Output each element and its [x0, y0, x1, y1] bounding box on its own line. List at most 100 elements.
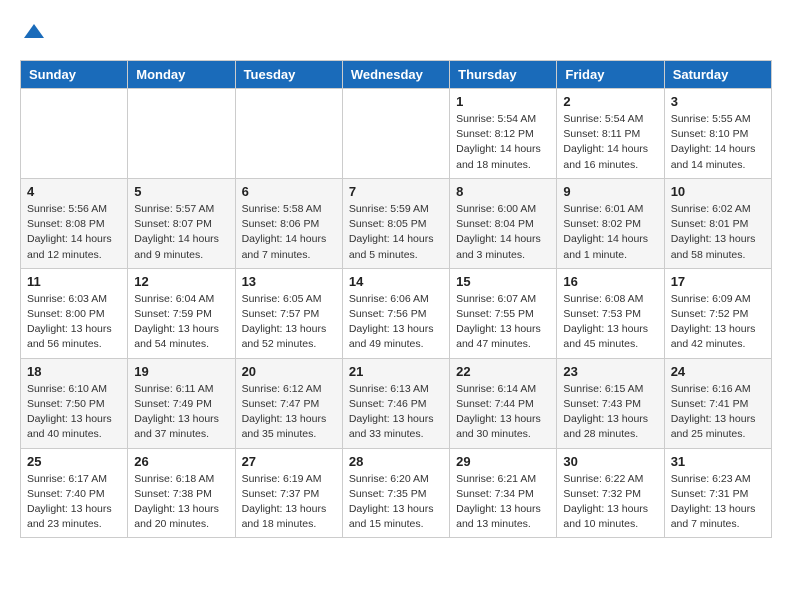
- day-info: Sunrise: 6:20 AM Sunset: 7:35 PM Dayligh…: [349, 472, 443, 533]
- day-number: 18: [27, 364, 121, 379]
- day-info: Sunrise: 6:21 AM Sunset: 7:34 PM Dayligh…: [456, 472, 550, 533]
- day-number: 6: [242, 184, 336, 199]
- calendar-cell: 15Sunrise: 6:07 AM Sunset: 7:55 PM Dayli…: [450, 268, 557, 358]
- day-number: 20: [242, 364, 336, 379]
- day-info: Sunrise: 6:18 AM Sunset: 7:38 PM Dayligh…: [134, 472, 228, 533]
- calendar-weekday-tuesday: Tuesday: [235, 61, 342, 89]
- day-info: Sunrise: 5:56 AM Sunset: 8:08 PM Dayligh…: [27, 202, 121, 263]
- day-info: Sunrise: 6:06 AM Sunset: 7:56 PM Dayligh…: [349, 292, 443, 353]
- calendar-cell: 12Sunrise: 6:04 AM Sunset: 7:59 PM Dayli…: [128, 268, 235, 358]
- day-number: 25: [27, 454, 121, 469]
- calendar-cell: [235, 89, 342, 179]
- calendar-cell: 5Sunrise: 5:57 AM Sunset: 8:07 PM Daylig…: [128, 178, 235, 268]
- day-info: Sunrise: 6:22 AM Sunset: 7:32 PM Dayligh…: [563, 472, 657, 533]
- day-number: 5: [134, 184, 228, 199]
- calendar-week-row: 18 Sunrise: 6:10 AM Sunset: 7:50 PM Dayli…: [21, 358, 772, 448]
- calendar-cell: 16Sunrise: 6:08 AM Sunset: 7:53 PM Dayli…: [557, 268, 664, 358]
- day-info: Sunrise: 6:16 AM Sunset: 7:41 PM Dayligh…: [671, 382, 765, 443]
- calendar-week-row: 11 Sunrise: 6:03 AM Sunset: 8:00 PM Dayli…: [21, 268, 772, 358]
- day-number: 29: [456, 454, 550, 469]
- calendar-week-row: 4Sunrise: 5:56 AM Sunset: 8:08 PM Daylig…: [21, 178, 772, 268]
- day-number: 3: [671, 94, 765, 109]
- day-info: Sunrise: 6:14 AM Sunset: 7:44 PM Dayligh…: [456, 382, 550, 443]
- calendar-weekday-friday: Friday: [557, 61, 664, 89]
- day-info: Sunrise: 6:02 AM Sunset: 8:01 PM Dayligh…: [671, 202, 765, 263]
- day-info: Sunrise: 6:10 AM Sunset: 7:50 PM Dayligh…: [27, 382, 121, 443]
- calendar-cell: [21, 89, 128, 179]
- calendar-cell: [128, 89, 235, 179]
- calendar-cell: 28 Sunrise: 6:20 AM Sunset: 7:35 PM Dayli…: [342, 448, 449, 538]
- day-info: Sunrise: 6:15 AM Sunset: 7:43 PM Dayligh…: [563, 382, 657, 443]
- day-number: 31: [671, 454, 765, 469]
- calendar-cell: 21 Sunrise: 6:13 AM Sunset: 7:46 PM Dayli…: [342, 358, 449, 448]
- calendar-cell: 8Sunrise: 6:00 AM Sunset: 8:04 PM Daylig…: [450, 178, 557, 268]
- calendar-cell: 22 Sunrise: 6:14 AM Sunset: 7:44 PM Dayli…: [450, 358, 557, 448]
- day-info: Sunrise: 6:08 AM Sunset: 7:53 PM Dayligh…: [563, 292, 657, 353]
- calendar-weekday-saturday: Saturday: [664, 61, 771, 89]
- day-number: 15: [456, 274, 550, 289]
- day-info: Sunrise: 6:17 AM Sunset: 7:40 PM Dayligh…: [27, 472, 121, 533]
- day-number: 13: [242, 274, 336, 289]
- calendar-cell: 17 Sunrise: 6:09 AM Sunset: 7:52 PM Dayli…: [664, 268, 771, 358]
- calendar-cell: 19 Sunrise: 6:11 AM Sunset: 7:49 PM Dayli…: [128, 358, 235, 448]
- calendar-cell: 26 Sunrise: 6:18 AM Sunset: 7:38 PM Dayli…: [128, 448, 235, 538]
- day-info: Sunrise: 6:12 AM Sunset: 7:47 PM Dayligh…: [242, 382, 336, 443]
- calendar-cell: 7Sunrise: 5:59 AM Sunset: 8:05 PM Daylig…: [342, 178, 449, 268]
- calendar-cell: 1 Sunrise: 5:54 AM Sunset: 8:12 PM Daylig…: [450, 89, 557, 179]
- day-number: 23: [563, 364, 657, 379]
- day-number: 14: [349, 274, 443, 289]
- day-info: Sunrise: 6:13 AM Sunset: 7:46 PM Dayligh…: [349, 382, 443, 443]
- day-number: 9: [563, 184, 657, 199]
- day-number: 10: [671, 184, 765, 199]
- day-info: Sunrise: 6:03 AM Sunset: 8:00 PM Dayligh…: [27, 292, 121, 353]
- day-number: 1: [456, 94, 550, 109]
- day-info: Sunrise: 6:19 AM Sunset: 7:37 PM Dayligh…: [242, 472, 336, 533]
- day-info: Sunrise: 6:05 AM Sunset: 7:57 PM Dayligh…: [242, 292, 336, 353]
- calendar-cell: 27Sunrise: 6:19 AM Sunset: 7:37 PM Dayli…: [235, 448, 342, 538]
- day-number: 22: [456, 364, 550, 379]
- calendar-table: SundayMondayTuesdayWednesdayThursdayFrid…: [20, 60, 772, 538]
- logo: [20, 20, 46, 44]
- calendar-cell: 10 Sunrise: 6:02 AM Sunset: 8:01 PM Dayli…: [664, 178, 771, 268]
- calendar-cell: 23 Sunrise: 6:15 AM Sunset: 7:43 PM Dayli…: [557, 358, 664, 448]
- day-info: Sunrise: 5:58 AM Sunset: 8:06 PM Dayligh…: [242, 202, 336, 263]
- calendar-cell: 9 Sunrise: 6:01 AM Sunset: 8:02 PM Daylig…: [557, 178, 664, 268]
- calendar-cell: 30 Sunrise: 6:22 AM Sunset: 7:32 PM Dayli…: [557, 448, 664, 538]
- day-number: 19: [134, 364, 228, 379]
- calendar-cell: 14 Sunrise: 6:06 AM Sunset: 7:56 PM Dayli…: [342, 268, 449, 358]
- day-number: 21: [349, 364, 443, 379]
- calendar-cell: 13 Sunrise: 6:05 AM Sunset: 7:57 PM Dayli…: [235, 268, 342, 358]
- day-number: 30: [563, 454, 657, 469]
- calendar-cell: 20 Sunrise: 6:12 AM Sunset: 7:47 PM Dayli…: [235, 358, 342, 448]
- day-info: Sunrise: 5:54 AM Sunset: 8:12 PM Dayligh…: [456, 112, 550, 173]
- calendar-cell: 29 Sunrise: 6:21 AM Sunset: 7:34 PM Dayli…: [450, 448, 557, 538]
- day-info: Sunrise: 5:59 AM Sunset: 8:05 PM Dayligh…: [349, 202, 443, 263]
- calendar-cell: 24 Sunrise: 6:16 AM Sunset: 7:41 PM Dayli…: [664, 358, 771, 448]
- day-number: 28: [349, 454, 443, 469]
- calendar-weekday-monday: Monday: [128, 61, 235, 89]
- day-info: Sunrise: 6:09 AM Sunset: 7:52 PM Dayligh…: [671, 292, 765, 353]
- calendar-weekday-sunday: Sunday: [21, 61, 128, 89]
- day-number: 17: [671, 274, 765, 289]
- page-header: [20, 20, 772, 44]
- calendar-cell: 3Sunrise: 5:55 AM Sunset: 8:10 PM Daylig…: [664, 89, 771, 179]
- calendar-weekday-wednesday: Wednesday: [342, 61, 449, 89]
- calendar-week-row: 25 Sunrise: 6:17 AM Sunset: 7:40 PM Dayli…: [21, 448, 772, 538]
- day-number: 24: [671, 364, 765, 379]
- calendar-cell: 11 Sunrise: 6:03 AM Sunset: 8:00 PM Dayli…: [21, 268, 128, 358]
- calendar-cell: 4Sunrise: 5:56 AM Sunset: 8:08 PM Daylig…: [21, 178, 128, 268]
- day-info: Sunrise: 6:11 AM Sunset: 7:49 PM Dayligh…: [134, 382, 228, 443]
- day-number: 2: [563, 94, 657, 109]
- day-number: 11: [27, 274, 121, 289]
- calendar-weekday-thursday: Thursday: [450, 61, 557, 89]
- logo-icon: [22, 20, 46, 44]
- calendar-cell: 18 Sunrise: 6:10 AM Sunset: 7:50 PM Dayli…: [21, 358, 128, 448]
- day-number: 26: [134, 454, 228, 469]
- day-info: Sunrise: 6:01 AM Sunset: 8:02 PM Dayligh…: [563, 202, 657, 263]
- day-number: 12: [134, 274, 228, 289]
- day-info: Sunrise: 6:23 AM Sunset: 7:31 PM Dayligh…: [671, 472, 765, 533]
- calendar-header-row: SundayMondayTuesdayWednesdayThursdayFrid…: [21, 61, 772, 89]
- calendar-cell: 25 Sunrise: 6:17 AM Sunset: 7:40 PM Dayli…: [21, 448, 128, 538]
- day-info: Sunrise: 6:00 AM Sunset: 8:04 PM Dayligh…: [456, 202, 550, 263]
- calendar-week-row: 1 Sunrise: 5:54 AM Sunset: 8:12 PM Daylig…: [21, 89, 772, 179]
